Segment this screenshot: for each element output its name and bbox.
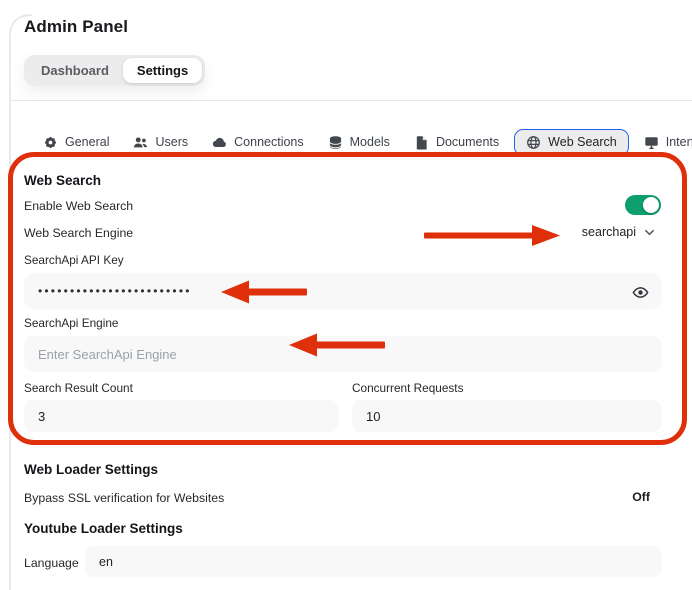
settings-tab[interactable]: Settings bbox=[123, 58, 202, 83]
show-api-key-button[interactable] bbox=[632, 283, 650, 301]
enable-web-search-label: Enable Web Search bbox=[24, 199, 133, 213]
web-search-engine-label: Web Search Engine bbox=[24, 226, 133, 240]
gear-icon bbox=[43, 135, 58, 150]
globe-icon bbox=[526, 135, 541, 150]
tab-label: Connections bbox=[234, 135, 304, 149]
concurrent-requests-label: Concurrent Requests bbox=[352, 381, 463, 395]
settings-tabbar: General Users Connections Models Documen… bbox=[34, 126, 692, 158]
tab-models[interactable]: Models bbox=[319, 129, 399, 156]
tab-web-search[interactable]: Web Search bbox=[514, 129, 629, 156]
tab-interface[interactable]: Interface bbox=[635, 129, 692, 156]
eye-icon bbox=[632, 284, 650, 301]
tab-connections[interactable]: Connections bbox=[203, 129, 313, 156]
web-loader-section-title: Web Loader Settings bbox=[24, 462, 158, 477]
search-result-count-input[interactable] bbox=[24, 400, 339, 432]
searchapi-api-key-input[interactable] bbox=[24, 273, 662, 309]
database-stack-icon bbox=[328, 135, 343, 150]
youtube-loader-section-title: Youtube Loader Settings bbox=[24, 521, 183, 536]
tab-label: Documents bbox=[436, 135, 499, 149]
tab-label: Models bbox=[350, 135, 390, 149]
bypass-ssl-toggle-button[interactable]: Off bbox=[632, 490, 650, 504]
annotation-arrow-right bbox=[424, 225, 560, 246]
web-search-section-title: Web Search bbox=[24, 173, 101, 188]
header-divider bbox=[10, 100, 692, 101]
view-switcher: Dashboard Settings bbox=[24, 55, 205, 86]
tab-label: Interface bbox=[666, 135, 692, 149]
search-result-count-label: Search Result Count bbox=[24, 381, 133, 395]
chevron-down-icon bbox=[643, 226, 656, 239]
tab-label: Web Search bbox=[548, 135, 617, 149]
admin-panel-settings-page: { "header": { "title": "Admin Panel" }, … bbox=[0, 0, 692, 590]
cloud-icon bbox=[212, 135, 227, 150]
tab-label: General bbox=[65, 135, 109, 149]
tab-general[interactable]: General bbox=[34, 129, 118, 156]
language-label: Language bbox=[24, 556, 79, 570]
web-search-engine-value: searchapi bbox=[582, 225, 636, 239]
language-input[interactable] bbox=[85, 546, 662, 577]
concurrent-requests-input[interactable] bbox=[352, 400, 662, 432]
page-title: Admin Panel bbox=[24, 17, 128, 37]
searchapi-engine-input[interactable] bbox=[24, 336, 662, 372]
tab-users[interactable]: Users bbox=[124, 129, 197, 156]
enable-web-search-toggle[interactable] bbox=[625, 195, 661, 215]
users-icon bbox=[133, 135, 148, 150]
monitor-icon bbox=[644, 135, 659, 150]
bypass-ssl-label: Bypass SSL verification for Websites bbox=[24, 491, 224, 505]
dashboard-tab[interactable]: Dashboard bbox=[27, 58, 123, 83]
toggle-knob bbox=[643, 197, 659, 213]
searchapi-api-key-label: SearchApi API Key bbox=[24, 253, 124, 267]
web-search-engine-select[interactable]: searchapi bbox=[582, 225, 656, 239]
tab-label: Users bbox=[155, 135, 188, 149]
tab-documents[interactable]: Documents bbox=[405, 129, 508, 156]
searchapi-engine-label: SearchApi Engine bbox=[24, 316, 118, 330]
document-icon bbox=[414, 135, 429, 150]
